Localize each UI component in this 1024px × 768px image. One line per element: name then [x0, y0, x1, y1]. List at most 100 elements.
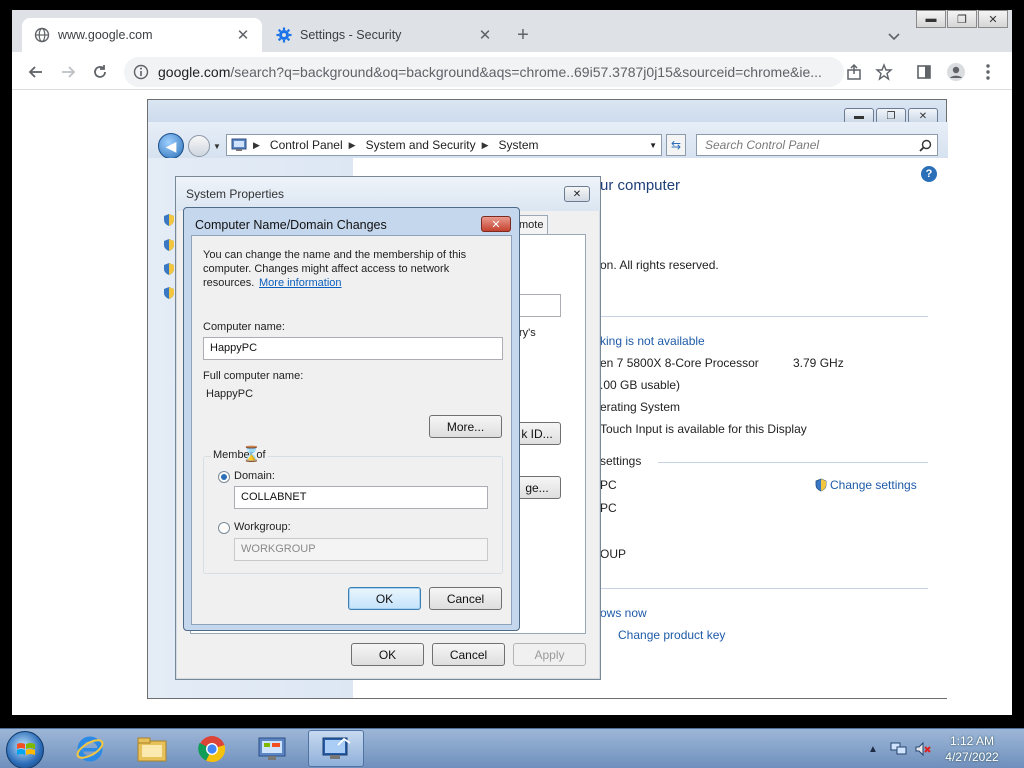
share-icon[interactable] [842, 60, 866, 84]
side-panel-icon[interactable] [912, 60, 936, 84]
chevron-down-icon[interactable]: ▼ [649, 141, 657, 150]
close-icon[interactable]: ✕ [481, 216, 511, 232]
breadcrumb-separator-icon[interactable]: ▶ [482, 140, 489, 151]
copyright-text: on. All rights reserved. [600, 258, 719, 272]
internet-explorer-icon[interactable] [62, 730, 118, 767]
show-hidden-icons-icon[interactable]: ▲ [868, 729, 878, 768]
search-icon[interactable] [919, 138, 932, 158]
network-icon[interactable] [890, 729, 908, 768]
cancel-button[interactable]: Cancel [432, 643, 505, 666]
refresh-icon[interactable]: ⇆ [666, 134, 686, 156]
domain-label: Domain: [234, 470, 275, 482]
control-panel-address-bar[interactable]: ▶ Control Panel ▶ System and Security ▶ … [226, 134, 662, 156]
globe-icon [34, 27, 50, 43]
file-explorer-icon[interactable] [124, 730, 180, 767]
computer-name-input[interactable]: HappyPC [203, 337, 503, 360]
start-button[interactable] [6, 731, 44, 768]
pen-touch-info-link[interactable]: king is not available [600, 334, 705, 348]
computer-name-settings-heading: settings [600, 454, 642, 468]
workgroup-input[interactable]: WORKGROUP [234, 538, 488, 561]
apply-button[interactable]: Apply [513, 643, 586, 666]
dialog-body: You can change the name and the membersh… [191, 235, 512, 625]
info-icon[interactable] [132, 64, 150, 80]
new-tab-icon[interactable]: + [512, 24, 534, 46]
remote-desktop-icon[interactable] [308, 730, 364, 767]
address-bar[interactable]: google.com/search?q=background&oq=backgr… [124, 57, 844, 87]
full-computer-name-value: HappyPC [206, 388, 254, 400]
tab-title: www.google.com [58, 28, 153, 42]
network-id-button[interactable]: k ID... [513, 422, 561, 445]
ram-value: .00 GB usable) [600, 378, 681, 392]
restore-icon[interactable]: ❐ [947, 10, 977, 28]
tab-title: Settings - Security [300, 28, 402, 42]
ok-button[interactable]: OK [351, 643, 424, 666]
computer-name-value: PC [600, 478, 617, 492]
change-button[interactable]: ge... [513, 476, 561, 499]
bookmark-star-icon[interactable] [872, 60, 896, 84]
dialog-title: Computer Name/Domain Changes [195, 218, 387, 232]
close-icon[interactable]: ✕ [564, 186, 590, 202]
search-placeholder: Search Control Panel [705, 138, 820, 152]
more-information-link[interactable]: More information [259, 277, 342, 289]
close-tab-icon[interactable]: ✕ [474, 24, 496, 46]
os-type-value: erating System [600, 400, 681, 414]
close-tab-icon[interactable]: ✕ [232, 24, 254, 46]
tab-strip: www.google.com ✕ Settings - Security ✕ +… [12, 10, 1012, 52]
breadcrumb-system[interactable]: System [499, 138, 539, 152]
computer-description-input[interactable] [513, 294, 561, 317]
workgroup-value: OUP [600, 547, 627, 561]
uac-shield-icon [814, 478, 828, 492]
divider [658, 462, 928, 463]
back-arrow-icon[interactable]: ◀ [158, 133, 184, 159]
domain-radio[interactable] [218, 471, 230, 483]
profile-avatar-icon[interactable] [944, 60, 968, 84]
url-text: google.com/search?q=background&oq=backgr… [158, 64, 844, 80]
breadcrumb-system-and-security[interactable]: System and Security [366, 138, 476, 152]
tab-google[interactable]: www.google.com ✕ [22, 18, 262, 52]
clock-time: 1:12 AM [949, 734, 995, 748]
workgroup-radio[interactable] [218, 522, 230, 534]
window-controls: ▬ ❐ ✕ [916, 10, 1009, 28]
control-panel-search-input[interactable]: Search Control Panel [696, 134, 938, 156]
system-properties-title: System Properties [176, 177, 600, 211]
breadcrumb-control-panel[interactable]: Control Panel [270, 138, 343, 152]
activate-windows-link[interactable]: ows now [600, 606, 647, 620]
description-line: computer. Changes might affect access to… [203, 263, 450, 275]
forward-arrow-icon[interactable] [56, 60, 80, 84]
windows-logo-icon [16, 740, 36, 760]
uac-shield-icon [162, 262, 176, 279]
control-panel-icon[interactable] [244, 730, 300, 767]
chevron-down-icon[interactable] [884, 26, 904, 46]
chrome-icon[interactable] [184, 730, 240, 767]
kebab-menu-icon[interactable] [976, 60, 1000, 84]
processor-value: en 7 5800X 8-Core Processor [600, 356, 759, 370]
system-clock[interactable]: 1:12 AM 4/27/2022 [936, 733, 1008, 765]
ok-button[interactable]: OK [348, 587, 421, 610]
recent-pages-dropdown-icon[interactable]: ▼ [213, 142, 221, 151]
description-line: You can change the name and the membersh… [203, 249, 467, 261]
divider [600, 588, 928, 589]
tab-settings-security[interactable]: Settings - Security ✕ [264, 18, 504, 52]
volume-muted-icon[interactable] [914, 729, 932, 768]
change-settings-link[interactable]: Change settings [814, 478, 917, 492]
description-example-text: ry's [519, 327, 536, 339]
pen-touch-value: Touch Input is available for this Displa… [600, 422, 807, 436]
cancel-button[interactable]: Cancel [429, 587, 502, 610]
help-icon[interactable]: ? [921, 166, 937, 182]
close-icon[interactable]: ✕ [978, 10, 1008, 28]
back-arrow-icon[interactable] [24, 60, 48, 84]
reload-icon[interactable] [88, 60, 112, 84]
description-line: resources. [203, 277, 255, 289]
domain-input[interactable]: COLLABNET [234, 486, 488, 509]
divider [600, 316, 928, 317]
taskbar: ▲ 1:12 AM 4/27/2022 [0, 728, 1024, 768]
control-panel-navbar: ◀ ▼ ▶ Control Panel ▶ System and Securit… [148, 122, 948, 159]
change-settings-label: Change settings [830, 478, 917, 492]
system-page-heading: ur computer [600, 177, 681, 194]
breadcrumb-separator-icon[interactable]: ▶ [349, 140, 356, 151]
gear-icon [276, 27, 292, 43]
more-button[interactable]: More... [429, 415, 502, 438]
minimize-icon[interactable]: ▬ [916, 10, 946, 28]
forward-arrow-icon[interactable] [188, 135, 210, 157]
change-product-key-link[interactable]: Change product key [618, 628, 725, 642]
